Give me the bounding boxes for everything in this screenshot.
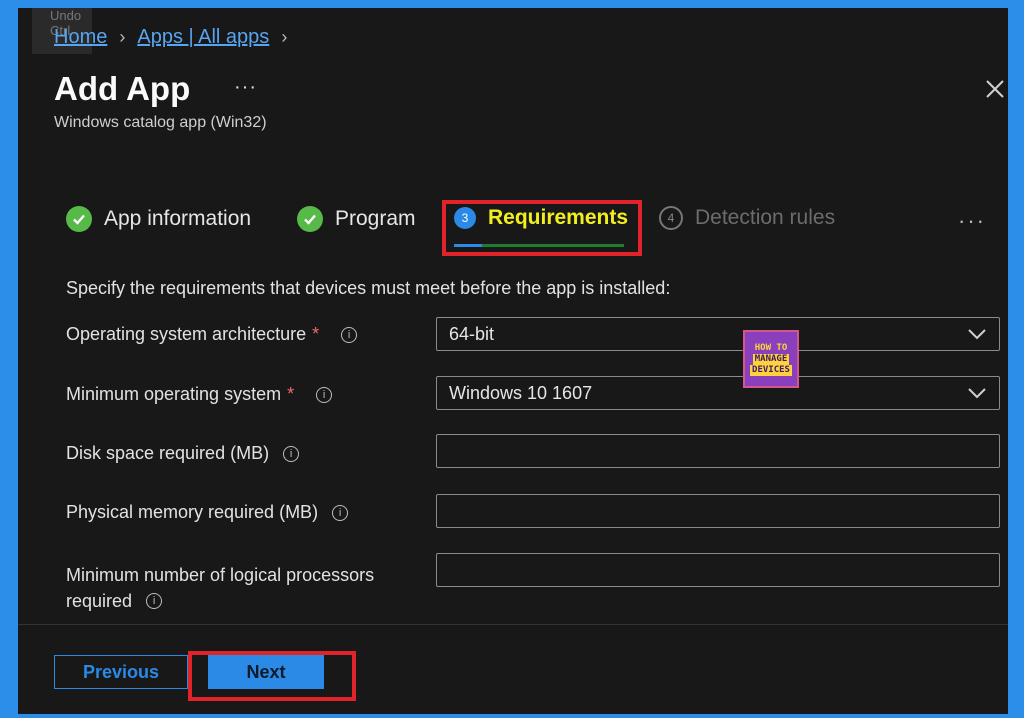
info-icon[interactable]: i — [316, 386, 333, 403]
step-number-badge: 4 — [659, 206, 683, 230]
step-detection-rules[interactable]: 4 Detection rules — [659, 206, 835, 230]
info-icon[interactable]: i — [146, 593, 163, 609]
step-app-information[interactable]: App information — [66, 206, 251, 232]
breadcrumb: Home › Apps | All apps › — [54, 26, 287, 49]
required-marker: * — [312, 324, 320, 344]
field-label-text: Minimum operating system — [66, 384, 282, 404]
chevron-right-icon: › — [119, 27, 126, 47]
select-value: Windows 10 1607 — [449, 382, 593, 403]
required-marker: * — [287, 384, 295, 404]
step-number-badge: 3 — [454, 207, 476, 229]
step-program[interactable]: Program — [297, 206, 416, 232]
breadcrumb-home-link[interactable]: Home — [54, 26, 107, 49]
info-icon[interactable]: i — [341, 326, 358, 343]
close-icon — [986, 80, 1004, 98]
min-os-label: Minimum operating system * i — [66, 384, 333, 405]
logical-processors-input[interactable] — [436, 553, 1000, 587]
chevron-right-icon: › — [281, 27, 288, 47]
os-architecture-select[interactable]: 64-bit — [436, 317, 1000, 351]
step-label: Program — [335, 207, 416, 230]
field-label-text: Disk space required (MB) — [66, 443, 270, 463]
undo-tooltip-title: Undo — [50, 8, 82, 23]
min-os-select[interactable]: Windows 10 1607 — [436, 376, 1000, 410]
step-label: Requirements — [488, 206, 629, 229]
close-button[interactable] — [984, 78, 1008, 102]
physical-memory-label: Physical memory required (MB) i — [66, 502, 349, 523]
field-label-text: Minimum number of logical processors — [66, 565, 375, 585]
field-label-text: required — [66, 591, 133, 611]
info-icon[interactable]: i — [332, 504, 349, 521]
more-options-button[interactable]: ··· — [234, 76, 257, 99]
chevron-down-icon — [968, 388, 986, 399]
step-label: Detection rules — [695, 206, 836, 229]
os-architecture-label: Operating system architecture * i — [66, 324, 358, 345]
active-step-underline — [454, 244, 624, 247]
field-label-text: Physical memory required (MB) — [66, 502, 319, 522]
check-icon — [66, 206, 92, 232]
page-title: Add App — [54, 70, 191, 107]
check-icon — [297, 206, 323, 232]
chevron-down-icon — [968, 329, 986, 340]
howto-manage-devices-logo: HOW TO MANAGE DEVICES — [743, 330, 799, 388]
physical-memory-input[interactable] — [436, 494, 1000, 528]
next-button[interactable]: Next — [208, 655, 324, 689]
disk-space-label: Disk space required (MB) i — [66, 443, 300, 464]
more-steps-button[interactable]: ··· — [958, 208, 986, 234]
breadcrumb-apps-link[interactable]: Apps | All apps — [137, 26, 269, 49]
step-label: App information — [104, 207, 252, 230]
select-value: 64-bit — [449, 323, 495, 344]
disk-space-input[interactable] — [436, 434, 1000, 468]
logical-processors-label: Minimum number of logical processors req… — [66, 562, 374, 614]
info-icon[interactable]: i — [283, 445, 300, 462]
page-subtitle: Windows catalog app (Win32) — [54, 114, 267, 131]
add-app-panel: Undo Ctrl Home › Apps | All apps › Add A… — [18, 8, 1008, 714]
field-label-text: Operating system architecture — [66, 324, 307, 344]
footer-divider — [18, 624, 1008, 625]
wizard-steps: App information Program 3 Requirements 4… — [18, 200, 1008, 256]
previous-button[interactable]: Previous — [54, 655, 188, 689]
step-requirements[interactable]: 3 Requirements — [454, 206, 628, 230]
requirements-instruction: Specify the requirements that devices mu… — [66, 278, 671, 298]
